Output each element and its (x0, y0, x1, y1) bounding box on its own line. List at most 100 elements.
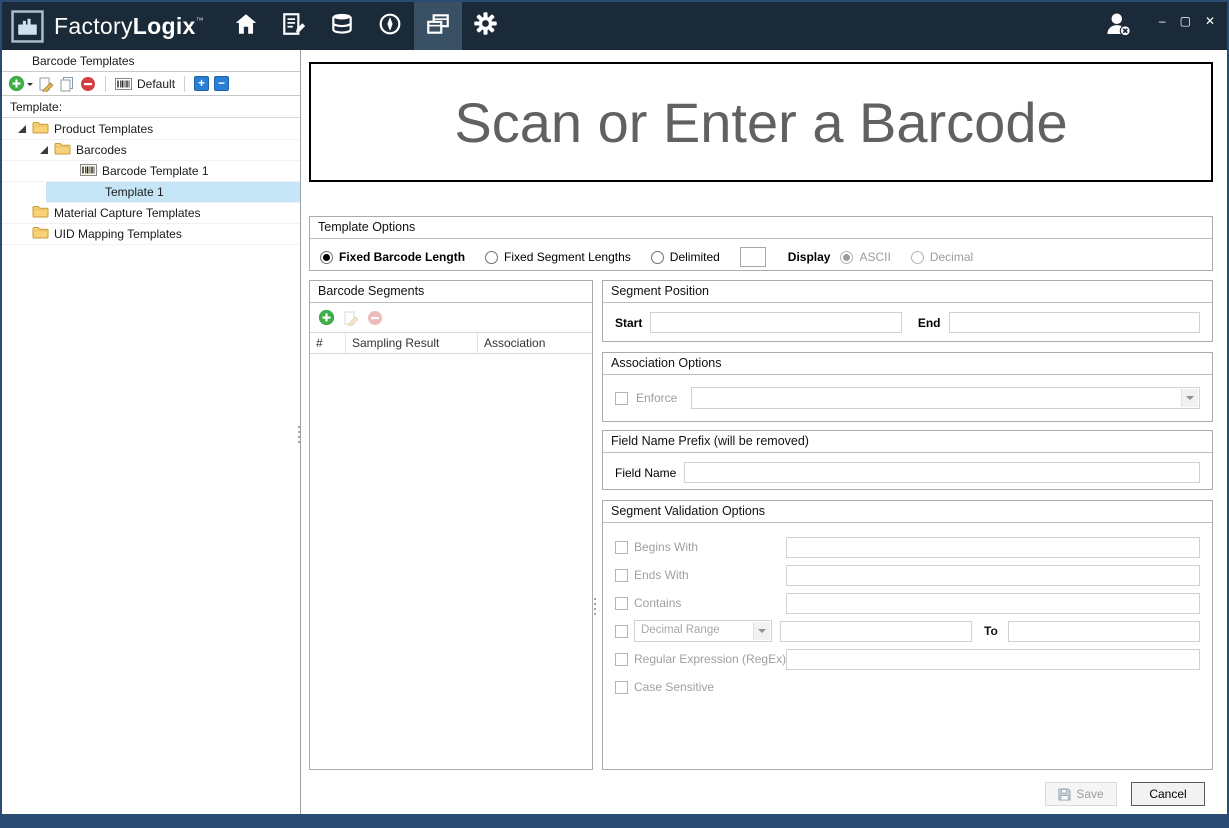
sidebar-splitter[interactable] (296, 426, 302, 443)
tree-item-product-templates[interactable]: Product Templates (2, 119, 300, 140)
delimited-label: Delimited (670, 250, 720, 264)
segments-toolbar (310, 303, 592, 332)
add-icon (318, 309, 335, 326)
add-template-button[interactable] (8, 75, 33, 92)
begins-with-checkbox[interactable] (615, 541, 628, 554)
delete-segment-button[interactable] (367, 310, 383, 326)
display-decimal-radio[interactable] (911, 251, 924, 264)
contains-label: Contains (634, 596, 786, 610)
database-icon (329, 11, 355, 42)
field-name-input[interactable] (684, 462, 1200, 483)
toolbar-separator (105, 76, 106, 92)
settings-button[interactable] (462, 2, 510, 50)
window-controls: – ▢ ✕ (1159, 15, 1215, 27)
worksheet-button[interactable] (270, 2, 318, 50)
tree-item-barcodes[interactable]: Barcodes (2, 140, 300, 161)
navigator-button[interactable] (366, 2, 414, 50)
expander-icon[interactable] (18, 125, 26, 133)
delete-icon (80, 76, 96, 92)
delete-template-button[interactable] (80, 76, 96, 92)
app-logo-icon (10, 9, 44, 43)
edit-pencil-icon (343, 310, 359, 326)
range-type-value: Decimal Range (641, 624, 720, 636)
regex-checkbox[interactable] (615, 653, 628, 666)
templates-button[interactable] (414, 2, 462, 50)
brand-logix: Logix (133, 13, 196, 40)
ends-with-input[interactable] (786, 565, 1200, 586)
ends-with-checkbox[interactable] (615, 569, 628, 582)
dropdown-arrow-icon (753, 622, 770, 640)
segment-position-group: Segment Position Start End (602, 280, 1213, 342)
delete-icon (367, 310, 383, 326)
barcode-segments-title: Barcode Segments (310, 281, 592, 303)
tree-item-label: Barcodes (76, 143, 127, 157)
display-ascii-radio[interactable] (840, 251, 853, 264)
copy-icon (59, 76, 75, 92)
range-to-input[interactable] (1008, 621, 1200, 642)
fixed-segment-lengths-radio[interactable] (485, 251, 498, 264)
segments-table-body[interactable] (310, 354, 592, 769)
begins-with-input[interactable] (786, 537, 1200, 558)
range-from-input[interactable] (780, 621, 972, 642)
close-button[interactable]: ✕ (1205, 15, 1215, 27)
fixed-barcode-length-label: Fixed Barcode Length (339, 250, 465, 264)
tree-item-template-1[interactable]: Template 1 (46, 182, 300, 203)
edit-segment-button[interactable] (343, 310, 359, 326)
ends-with-row: Ends With (615, 561, 1212, 589)
save-floppy-icon (1058, 788, 1071, 801)
template-editor: Scan or Enter a Barcode Template Options… (302, 50, 1227, 814)
expand-all-button[interactable]: + (194, 76, 209, 91)
range-type-select[interactable]: Decimal Range (634, 620, 772, 642)
segment-validation-title: Segment Validation Options (603, 501, 1212, 523)
end-input[interactable] (949, 312, 1201, 333)
association-select[interactable] (691, 387, 1200, 409)
contains-input[interactable] (786, 593, 1200, 614)
tree-item-uid-mapping-templates[interactable]: UID Mapping Templates (2, 224, 300, 245)
tree-item-label: Product Templates (54, 122, 153, 136)
scan-banner-text: Scan or Enter a Barcode (454, 90, 1067, 155)
barcode-templates-sidebar: Barcode Templates Default + − (2, 50, 301, 814)
minimize-button[interactable]: – (1159, 15, 1166, 27)
tree-item-barcode-template-1[interactable]: Barcode Template 1 (2, 161, 300, 182)
add-segment-button[interactable] (318, 309, 335, 326)
template-tree: Product Templates Barcodes Barcode Templ… (2, 118, 300, 245)
edit-template-button[interactable] (38, 76, 54, 92)
save-button[interactable]: Save (1045, 782, 1117, 806)
logout-user-button[interactable] (1103, 9, 1133, 44)
delimiter-input[interactable] (740, 247, 766, 267)
folder-icon (32, 121, 49, 137)
range-row: Decimal Range To (615, 617, 1212, 645)
regex-input[interactable] (786, 649, 1200, 670)
enforce-checkbox[interactable] (615, 392, 628, 405)
fixed-barcode-length-radio[interactable] (320, 251, 333, 264)
expander-icon[interactable] (40, 146, 48, 154)
column-association[interactable]: Association (478, 333, 592, 353)
delimited-radio[interactable] (651, 251, 664, 264)
factorylogix-window: FactoryLogix™ (0, 0, 1229, 828)
default-barcode-button[interactable]: Default (115, 77, 175, 91)
start-input[interactable] (650, 312, 902, 333)
add-icon (8, 75, 25, 92)
segments-splitter[interactable] (592, 598, 598, 615)
range-checkbox[interactable] (615, 625, 628, 638)
titlebar-right: – ▢ ✕ (1103, 9, 1227, 44)
collapse-all-button[interactable]: − (214, 76, 229, 91)
database-button[interactable] (318, 2, 366, 50)
column-number[interactable]: # (310, 333, 346, 353)
default-label: Default (137, 77, 175, 91)
maximize-button[interactable]: ▢ (1180, 15, 1191, 27)
factory-logo-glyph (11, 10, 44, 43)
case-sensitive-checkbox[interactable] (615, 681, 628, 694)
gear-icon (472, 10, 499, 42)
column-sampling-result[interactable]: Sampling Result (346, 333, 478, 353)
worksheet-pencil-icon (281, 11, 307, 42)
tree-item-material-capture-templates[interactable]: Material Capture Templates (2, 203, 300, 224)
user-signout-icon (1103, 9, 1133, 44)
app-title: FactoryLogix™ (54, 13, 204, 40)
copy-template-button[interactable] (59, 76, 75, 92)
contains-checkbox[interactable] (615, 597, 628, 610)
toolbar-separator (184, 76, 185, 92)
cancel-button[interactable]: Cancel (1131, 782, 1205, 806)
barcode-segments-group: Barcode Segments # Sampling Result Assoc… (309, 280, 593, 770)
home-button[interactable] (222, 2, 270, 50)
